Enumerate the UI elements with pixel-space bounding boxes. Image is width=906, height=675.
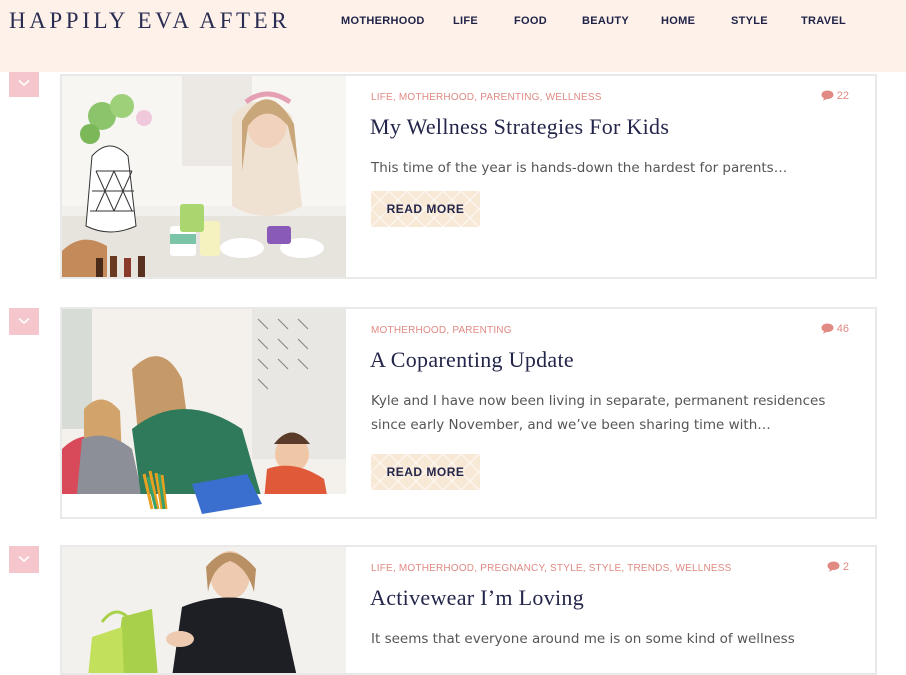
post-title[interactable]: My Wellness Strategies For Kids [370,114,669,140]
post-thumbnail[interactable] [62,76,346,277]
post-toggle-button[interactable] [9,546,39,573]
comment-count-value: 2 [842,561,849,573]
read-more-button[interactable]: READ MORE [371,454,480,490]
comment-count[interactable]: 46 [821,323,849,335]
post-excerpt: It seems that everyone around me is on s… [371,631,795,647]
read-more-button[interactable]: READ MORE [371,191,480,227]
post-toggle-button[interactable] [9,70,39,97]
category-link[interactable]: PREGNANCY [480,563,544,574]
read-more-label: READ MORE [386,465,465,479]
category-link[interactable]: STYLE [589,563,622,574]
category-link[interactable]: STYLE [550,563,583,574]
nav-item-life[interactable]: LIFE [453,15,478,27]
category-link[interactable]: PARENTING [480,92,539,103]
post-categories: LIFE, MOTHERHOOD, PREGNANCY, STYLE, STYL… [371,563,732,574]
post-categories: LIFE, MOTHERHOOD, PARENTING, WELLNESS [371,92,602,103]
post-excerpt: Kyle and I have now been living in separ… [371,393,826,433]
post-card: MOTHERHOOD, PARENTING 46 A Coparenting U… [60,307,877,519]
post-categories: MOTHERHOOD, PARENTING [371,325,512,336]
nav-item-food[interactable]: FOOD [514,15,547,27]
post-card: LIFE, MOTHERHOOD, PREGNANCY, STYLE, STYL… [60,545,877,675]
post-thumbnail[interactable] [62,309,346,517]
nav-item-travel[interactable]: TRAVEL [801,15,846,27]
category-link[interactable]: TRENDS [627,563,669,574]
read-more-label: READ MORE [386,202,465,216]
chevron-down-icon [18,317,30,325]
post-card: LIFE, MOTHERHOOD, PARENTING, WELLNESS 22… [60,74,877,279]
post-excerpt: This time of the year is hands-down the … [371,160,788,176]
chevron-down-icon [18,79,30,87]
nav-item-motherhood[interactable]: MOTHERHOOD [341,15,425,27]
category-link[interactable]: MOTHERHOOD [399,563,474,574]
post-toggle-button[interactable] [9,308,39,335]
comment-count[interactable]: 2 [827,561,849,573]
post-title[interactable]: Activewear I’m Loving [370,585,584,611]
nav-item-beauty[interactable]: BEAUTY [582,15,629,27]
category-link[interactable]: PARENTING [452,325,511,336]
speech-bubble-icon [827,561,840,572]
category-link[interactable]: WELLNESS [546,92,602,103]
speech-bubble-icon [821,323,834,334]
nav-item-home[interactable]: HOME [661,15,695,27]
category-link[interactable]: LIFE [371,563,393,574]
comment-count[interactable]: 22 [821,90,849,102]
chevron-down-icon [18,555,30,563]
site-header: HAPPILY EVA AFTER MOTHERHOOD LIFE FOOD B… [0,0,906,72]
category-link[interactable]: LIFE [371,92,393,103]
comment-count-value: 22 [836,90,849,102]
site-logo[interactable]: HAPPILY EVA AFTER [9,8,290,34]
speech-bubble-icon [821,90,834,101]
category-link[interactable]: MOTHERHOOD [371,325,446,336]
post-title[interactable]: A Coparenting Update [370,347,574,373]
category-link[interactable]: WELLNESS [675,563,731,574]
comment-count-value: 46 [836,323,849,335]
category-link[interactable]: MOTHERHOOD [399,92,474,103]
nav-item-style[interactable]: STYLE [731,15,768,27]
post-thumbnail[interactable] [62,547,346,673]
